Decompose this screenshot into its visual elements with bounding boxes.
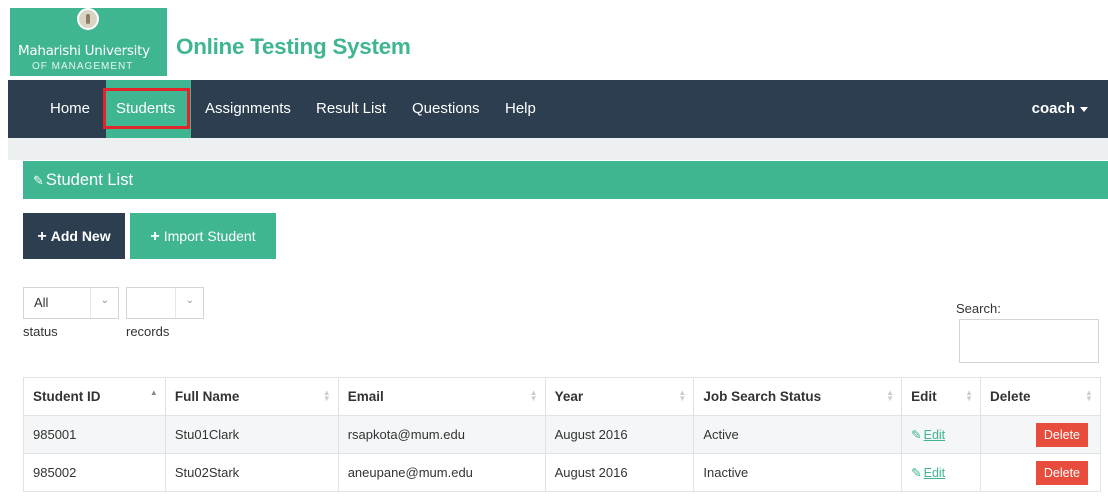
- cell-job-search-status: Active: [693, 415, 903, 454]
- select-divider: [175, 288, 176, 318]
- cell-email: aneupane@mum.edu: [337, 453, 546, 492]
- sort-icon: ▲ ▼: [886, 388, 895, 403]
- table-header-row: Student ID ▲ Full Name ▲ ▼ Email ▲ ▼ Year ▲ ▼ J…: [23, 377, 1101, 416]
- university-subtitle: OF MANAGEMENT: [32, 61, 134, 72]
- delete-button[interactable]: Delete: [1035, 422, 1088, 447]
- cell-edit: ✎ Edit: [901, 415, 982, 454]
- edit-link[interactable]: ✎ Edit: [911, 428, 945, 442]
- panel-title: Student List: [45, 171, 134, 189]
- select-divider: [90, 288, 91, 318]
- university-seal-icon: [77, 8, 99, 30]
- edit-icon: ✎: [911, 428, 922, 442]
- user-menu[interactable]: coach: [1032, 80, 1088, 138]
- import-student-label: Import Student: [163, 228, 256, 244]
- column-header-edit[interactable]: Edit ▲ ▼: [901, 377, 982, 416]
- import-student-button[interactable]: + Import Student: [130, 213, 276, 259]
- cell-year: August 2016: [544, 453, 695, 492]
- table-row: 985001 Stu01Clark rsapkota@mum.edu Augus…: [23, 415, 1101, 454]
- cell-delete: Delete: [980, 415, 1101, 454]
- cell-full-name: Stu02Stark: [164, 453, 339, 492]
- edit-icon: ✎: [911, 466, 922, 480]
- column-header-delete[interactable]: Delete ▲ ▼: [980, 377, 1101, 416]
- column-header-year[interactable]: Year ▲ ▼: [544, 377, 695, 416]
- university-name: Maharishi University: [18, 43, 150, 59]
- panel-heading: ✎ Student List: [23, 161, 1108, 199]
- nav-item-home[interactable]: Home: [50, 80, 90, 138]
- add-new-label: Add New: [50, 228, 111, 244]
- cell-job-search-status: Inactive: [693, 453, 903, 492]
- status-select-value: All: [34, 295, 49, 310]
- sort-icon: ▲ ▼: [322, 388, 331, 403]
- sort-icon: ▲ ▼: [1085, 388, 1093, 403]
- edit-icon: ✎: [33, 173, 44, 188]
- records-select[interactable]: ⌄: [126, 287, 204, 319]
- sort-icon: ▲ ▼: [965, 388, 973, 403]
- main-navbar: Home Students Assignments Result List Qu…: [8, 80, 1108, 138]
- cell-delete: Delete: [980, 453, 1101, 492]
- column-header-email[interactable]: Email ▲ ▼: [337, 377, 546, 416]
- app-title: Online Testing System: [176, 34, 411, 59]
- plus-icon: +: [150, 228, 160, 245]
- nav-item-questions[interactable]: Questions: [412, 80, 480, 138]
- status-label: status: [23, 324, 58, 339]
- cell-full-name: Stu01Clark: [164, 415, 339, 454]
- column-header-student-id[interactable]: Student ID ▲: [23, 377, 166, 416]
- user-name: coach: [1031, 100, 1075, 117]
- chevron-down-icon: [1080, 106, 1088, 112]
- records-label: records: [126, 324, 170, 339]
- sort-icon: ▲ ▼: [678, 388, 687, 403]
- status-select[interactable]: All ⌄: [23, 287, 119, 319]
- cell-email: rsapkota@mum.edu: [337, 415, 546, 454]
- cell-student-id: 985002: [23, 453, 166, 492]
- table-row: 985002 Stu02Stark aneupane@mum.edu Augus…: [23, 453, 1101, 492]
- university-logo: Maharishi University OF MANAGEMENT: [10, 8, 167, 76]
- cell-year: August 2016: [544, 415, 695, 454]
- nav-item-assignments[interactable]: Assignments: [205, 80, 291, 138]
- nav-item-students-label: Students: [116, 100, 176, 117]
- sort-icon: ▲ ▼: [529, 388, 538, 403]
- cell-student-id: 985001: [23, 415, 166, 454]
- edit-link[interactable]: ✎ Edit: [911, 466, 945, 480]
- cell-edit: ✎ Edit: [901, 453, 982, 492]
- chevron-down-icon: ⌄: [100, 295, 109, 306]
- header-spacer: [8, 138, 1108, 160]
- search-label: Search:: [956, 301, 1001, 316]
- nav-item-result-list[interactable]: Result List: [316, 80, 386, 138]
- sort-ascending-icon: ▲: [149, 388, 158, 397]
- nav-item-help[interactable]: Help: [505, 80, 536, 138]
- column-header-full-name[interactable]: Full Name ▲ ▼: [164, 377, 339, 416]
- nav-item-students[interactable]: Students: [106, 80, 191, 138]
- column-header-job-search-status[interactable]: Job Search Status ▲ ▼: [693, 377, 903, 416]
- search-input[interactable]: [959, 319, 1099, 363]
- plus-icon: +: [37, 228, 47, 245]
- add-new-button[interactable]: + Add New: [23, 213, 125, 259]
- students-table: Student ID ▲ Full Name ▲ ▼ Email ▲ ▼ Year ▲ ▼ J…: [23, 377, 1101, 492]
- delete-button[interactable]: Delete: [1035, 460, 1088, 485]
- chevron-down-icon: ⌄: [185, 295, 194, 306]
